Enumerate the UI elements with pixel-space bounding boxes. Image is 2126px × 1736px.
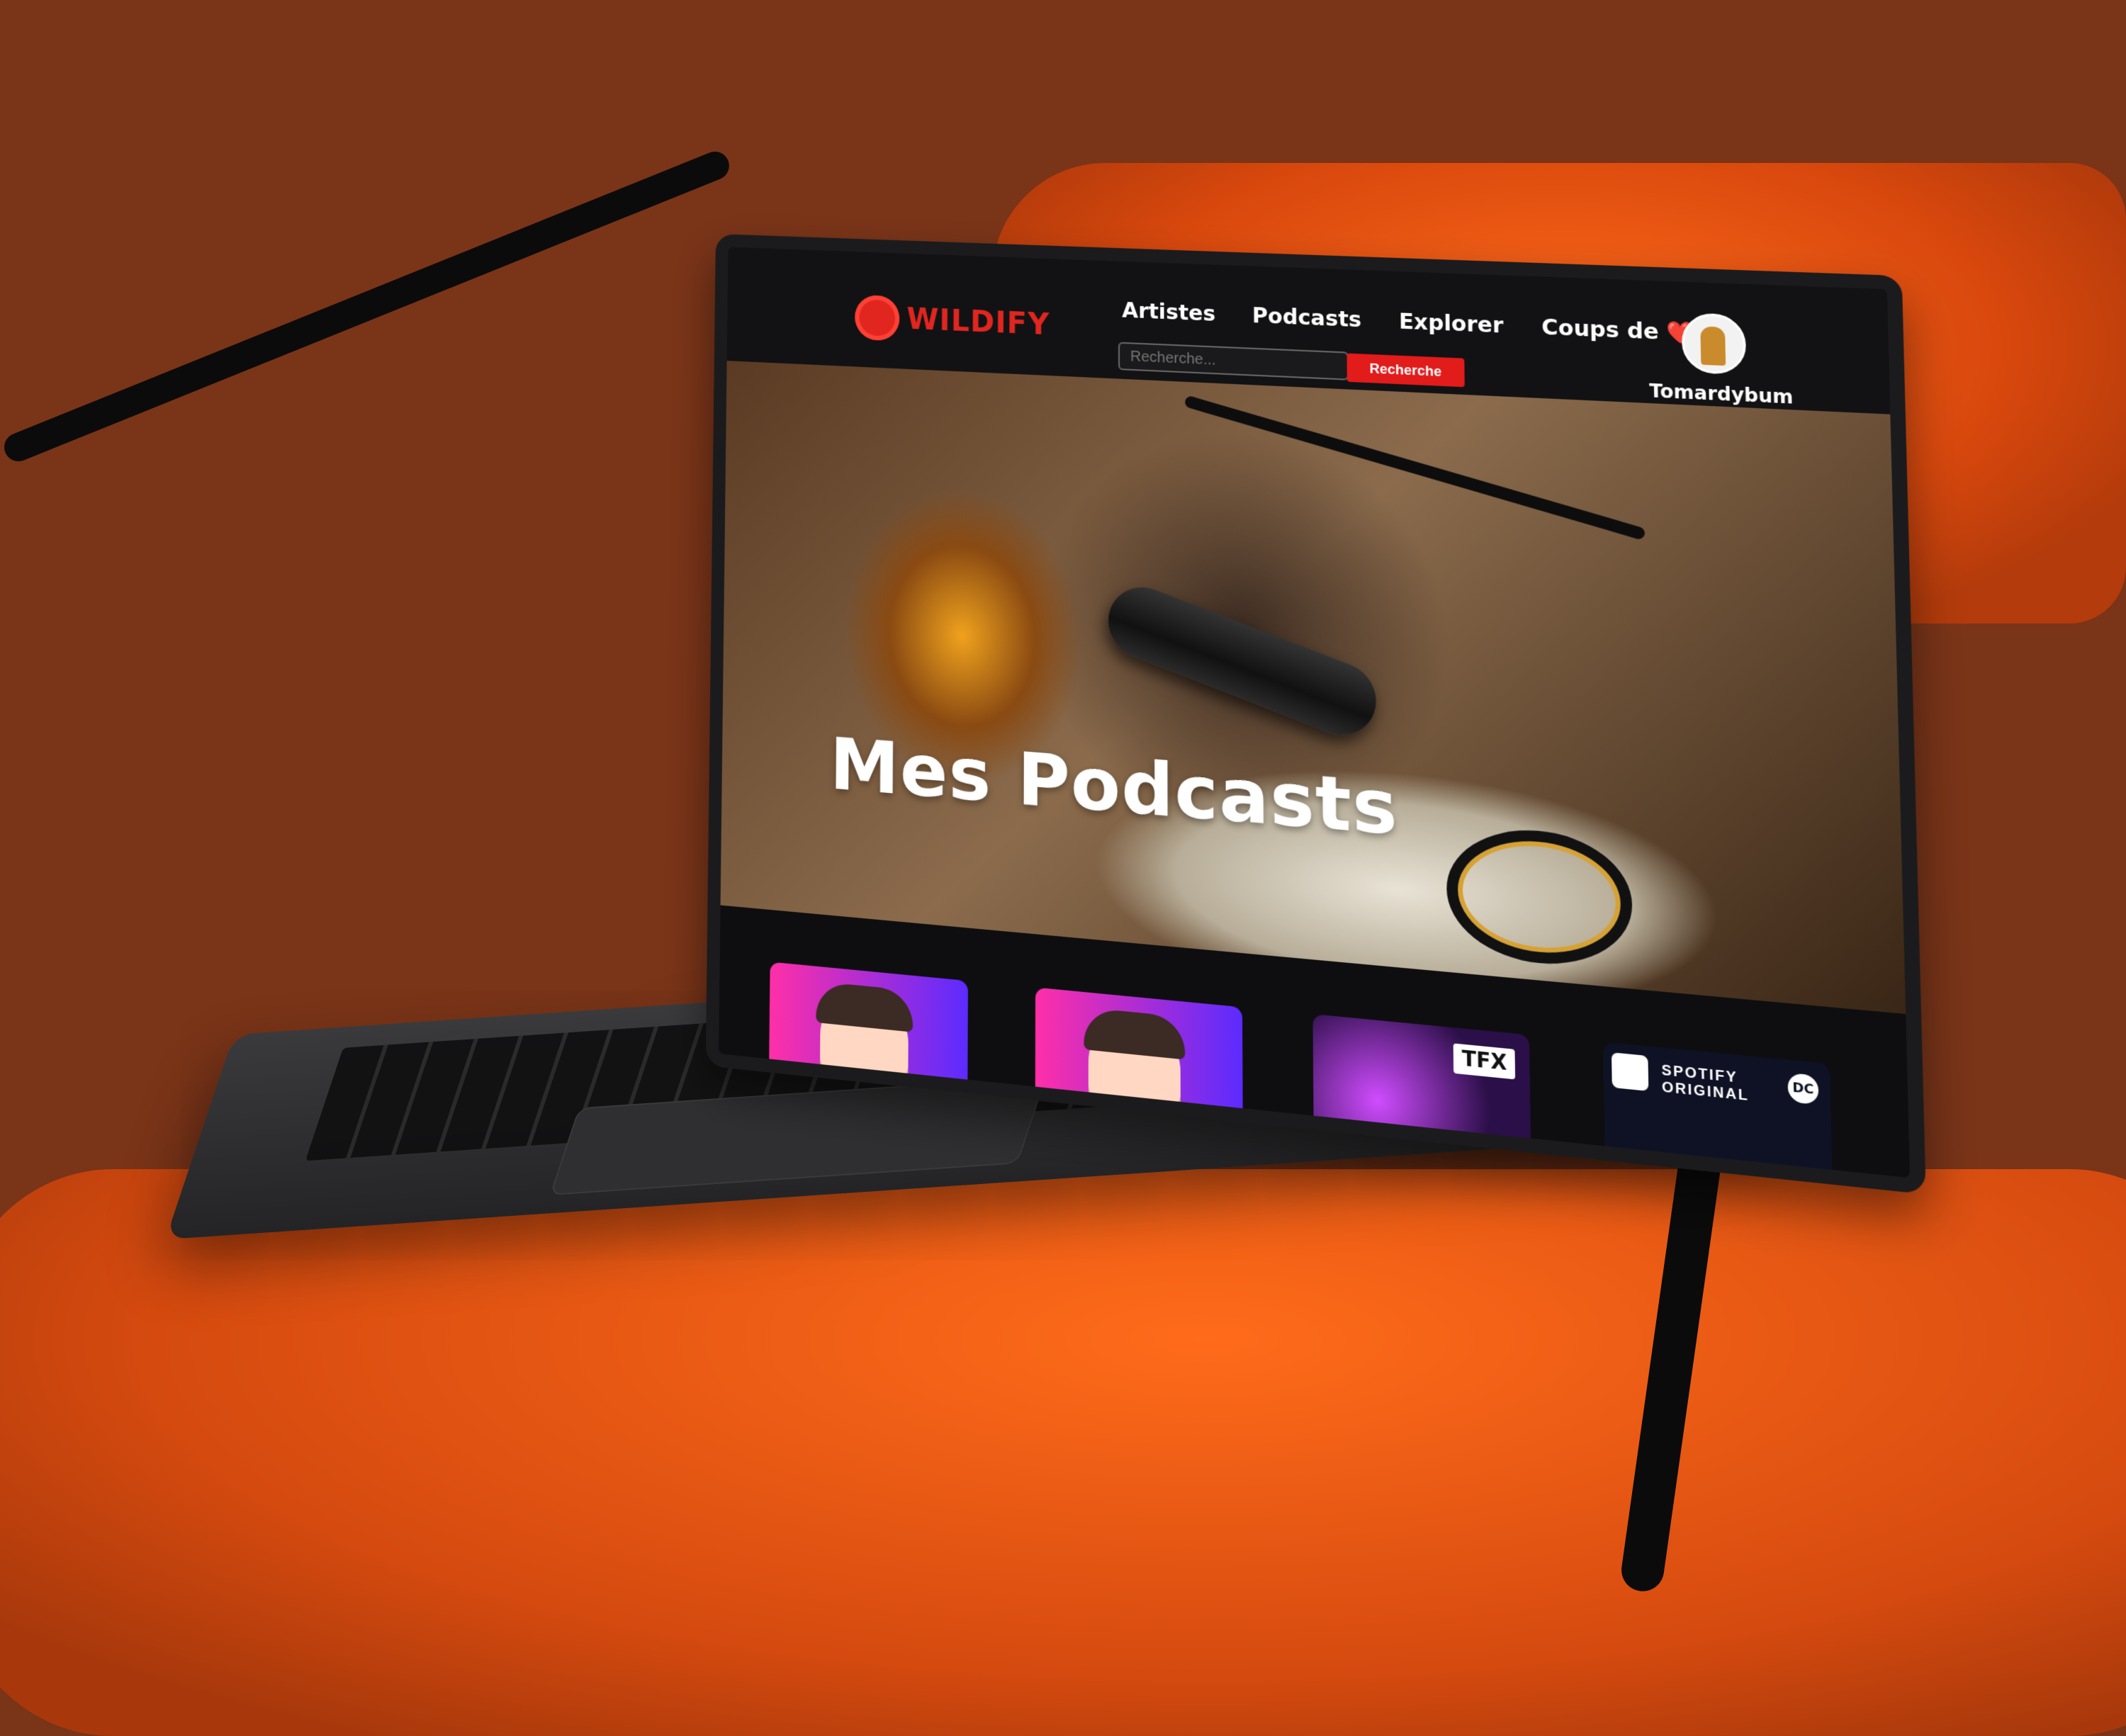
nav-artistes[interactable]: Artistes — [1122, 298, 1215, 327]
chair-frame-left — [0, 147, 733, 466]
user-profile[interactable]: Tomardybum — [1648, 311, 1794, 408]
laptop-screen: WILDIFY Artistes Podcasts Explorer Coups… — [705, 234, 1926, 1195]
microphone-icon — [1098, 577, 1386, 746]
tfx-badge: TFX — [1453, 1043, 1516, 1080]
main-nav: Artistes Podcasts Explorer Coups de ❤️ — [1122, 298, 1695, 346]
brand-name: WILDIFY — [906, 302, 1050, 342]
headphones-icon — [1446, 823, 1633, 972]
search-button[interactable]: Recherche — [1346, 353, 1465, 388]
mic-arm — [1183, 395, 1646, 541]
brand-logo[interactable]: WILDIFY — [855, 294, 1050, 348]
avatar — [1681, 312, 1747, 376]
hero-banner: Mes Podcasts — [720, 361, 1906, 1015]
photo-scene: WILDIFY Artistes Podcasts Explorer Coups… — [0, 0, 2126, 1736]
hero-title: Mes Podcasts — [829, 722, 1399, 852]
logo-icon — [855, 294, 900, 342]
spotify-icon — [1611, 1052, 1649, 1091]
search-input[interactable] — [1118, 342, 1349, 381]
nav-podcasts[interactable]: Podcasts — [1252, 303, 1362, 332]
chair-seat — [0, 1169, 2126, 1736]
nav-explorer[interactable]: Explorer — [1399, 309, 1504, 338]
